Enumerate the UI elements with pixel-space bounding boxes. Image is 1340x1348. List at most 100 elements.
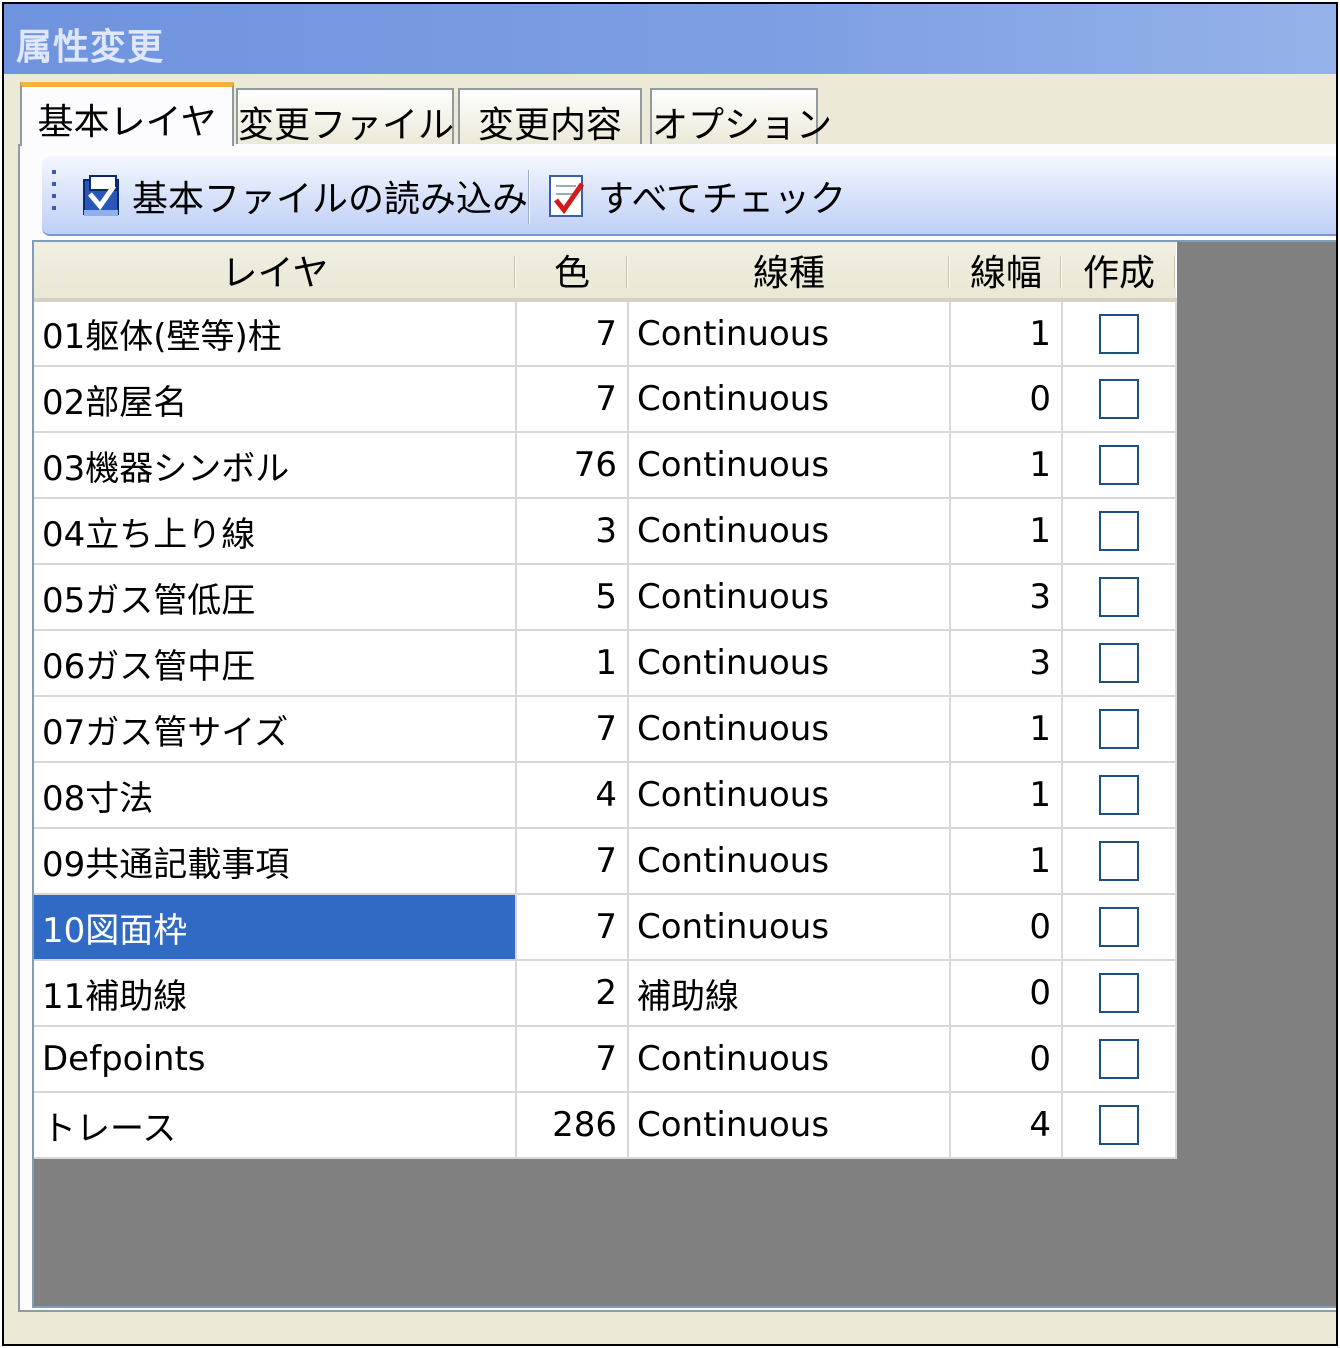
linewidth-cell[interactable]: 1: [950, 762, 1063, 829]
create-checkbox[interactable]: [1099, 1105, 1139, 1145]
color-cell[interactable]: 7: [516, 894, 629, 961]
linetype-cell[interactable]: Continuous: [628, 828, 951, 895]
tab-base-layer[interactable]: 基本レイヤ: [20, 82, 234, 146]
load-base-file-label: 基本ファイルの読み込み: [132, 179, 529, 220]
toolbar-grip[interactable]: [52, 170, 58, 220]
create-checkbox[interactable]: [1099, 973, 1139, 1013]
color-cell[interactable]: 7: [516, 828, 629, 895]
col-header-layer[interactable]: レイヤ: [34, 242, 516, 302]
color-cell[interactable]: 1: [516, 630, 629, 697]
create-cell: [1062, 960, 1177, 1027]
linetype-cell[interactable]: Continuous: [628, 1026, 951, 1093]
checklist-icon: [546, 172, 590, 220]
tab-change-content[interactable]: 変更内容: [458, 88, 642, 146]
table-row[interactable]: 02部屋名 7 Continuous 0: [34, 366, 1177, 433]
create-cell: [1062, 1092, 1177, 1159]
color-cell[interactable]: 5: [516, 564, 629, 631]
table-row[interactable]: Defpoints 7 Continuous 0: [34, 1026, 1177, 1093]
col-header-linetype[interactable]: 線種: [628, 242, 950, 302]
create-checkbox[interactable]: [1099, 775, 1139, 815]
linewidth-cell[interactable]: 3: [950, 630, 1063, 697]
table-row[interactable]: 04立ち上り線 3 Continuous 1: [34, 498, 1177, 565]
linetype-cell[interactable]: Continuous: [628, 366, 951, 433]
table-row[interactable]: 09共通記載事項 7 Continuous 1: [34, 828, 1177, 895]
layer-name-cell[interactable]: 01躯体(壁等)柱: [34, 300, 517, 367]
col-header-linewidth[interactable]: 線幅: [950, 242, 1062, 302]
col-header-color[interactable]: 色: [516, 242, 628, 302]
linetype-cell[interactable]: Continuous: [628, 696, 951, 763]
create-cell: [1062, 300, 1177, 367]
layer-name-cell[interactable]: 08寸法: [34, 762, 517, 829]
load-base-file-button[interactable]: 基本ファイルの読み込み: [80, 164, 528, 228]
table-row[interactable]: 03機器シンボル 76 Continuous 1: [34, 432, 1177, 499]
create-checkbox[interactable]: [1099, 313, 1139, 354]
layer-name-cell[interactable]: 09共通記載事項: [34, 828, 517, 895]
color-cell[interactable]: 286: [516, 1092, 629, 1159]
create-checkbox[interactable]: [1099, 907, 1139, 947]
table-row[interactable]: 07ガス管サイズ 7 Continuous 1: [34, 696, 1177, 763]
linetype-cell[interactable]: Continuous: [628, 498, 951, 565]
tab-options[interactable]: オプション: [650, 88, 832, 146]
col-header-create[interactable]: 作成: [1062, 242, 1176, 302]
color-cell[interactable]: 7: [516, 300, 629, 367]
linewidth-cell[interactable]: 1: [950, 498, 1063, 565]
create-checkbox[interactable]: [1099, 511, 1139, 551]
layer-name-cell[interactable]: 11補助線: [34, 960, 517, 1027]
linewidth-cell[interactable]: 1: [950, 828, 1063, 895]
layer-name-cell[interactable]: 02部屋名: [34, 366, 517, 433]
linetype-cell[interactable]: Continuous: [628, 894, 951, 961]
table-row[interactable]: 11補助線 2 補助線 0: [34, 960, 1177, 1027]
layer-name-cell[interactable]: 10図面枠: [34, 894, 517, 961]
create-checkbox[interactable]: [1099, 1039, 1139, 1079]
color-cell[interactable]: 7: [516, 1026, 629, 1093]
color-cell[interactable]: 7: [516, 366, 629, 433]
layer-grid-area: レイヤ 色 線種 線幅 作成 01躯体(壁等)柱 7 Continuous 1 02部屋…: [32, 240, 1336, 1308]
create-checkbox[interactable]: [1099, 709, 1139, 749]
create-checkbox[interactable]: [1099, 445, 1139, 485]
color-cell[interactable]: 4: [516, 762, 629, 829]
layer-name-cell[interactable]: トレース: [34, 1092, 517, 1159]
create-checkbox[interactable]: [1099, 379, 1139, 419]
color-cell[interactable]: 7: [516, 696, 629, 763]
layer-name-cell[interactable]: 06ガス管中圧: [34, 630, 517, 697]
table-row[interactable]: 08寸法 4 Continuous 1: [34, 762, 1177, 829]
tab-change-file[interactable]: 変更ファイル: [236, 88, 454, 146]
linewidth-cell[interactable]: 0: [950, 366, 1063, 433]
linetype-cell[interactable]: Continuous: [628, 300, 951, 367]
create-checkbox[interactable]: [1099, 841, 1139, 881]
color-cell[interactable]: 3: [516, 498, 629, 565]
linetype-cell[interactable]: Continuous: [628, 1092, 951, 1159]
linetype-cell[interactable]: Continuous: [628, 762, 951, 829]
table-row[interactable]: 10図面枠 7 Continuous 0: [34, 894, 1177, 961]
linewidth-cell[interactable]: 0: [950, 960, 1063, 1027]
create-cell: [1062, 762, 1177, 829]
linetype-cell[interactable]: Continuous: [628, 630, 951, 697]
check-all-button[interactable]: すべてチェック: [546, 164, 846, 228]
table-row[interactable]: 01躯体(壁等)柱 7 Continuous 1: [34, 300, 1177, 367]
linewidth-cell[interactable]: 1: [950, 300, 1063, 367]
status-bar: [18, 1310, 1336, 1344]
table-row[interactable]: 06ガス管中圧 1 Continuous 3: [34, 630, 1177, 697]
linewidth-cell[interactable]: 0: [950, 894, 1063, 961]
layer-name-cell[interactable]: Defpoints: [34, 1026, 517, 1093]
color-cell[interactable]: 2: [516, 960, 629, 1027]
linewidth-cell[interactable]: 1: [950, 432, 1063, 499]
linetype-cell[interactable]: Continuous: [628, 564, 951, 631]
table-row[interactable]: 05ガス管低圧 5 Continuous 3: [34, 564, 1177, 631]
linetype-cell[interactable]: 補助線: [628, 960, 951, 1027]
table-row[interactable]: トレース 286 Continuous 4: [34, 1092, 1177, 1159]
color-cell[interactable]: 76: [516, 432, 629, 499]
layer-name-cell[interactable]: 03機器シンボル: [34, 432, 517, 499]
linewidth-cell[interactable]: 4: [950, 1092, 1063, 1159]
linetype-cell[interactable]: Continuous: [628, 432, 951, 499]
linewidth-cell[interactable]: 3: [950, 564, 1063, 631]
layer-name-cell[interactable]: 05ガス管低圧: [34, 564, 517, 631]
linewidth-cell[interactable]: 1: [950, 696, 1063, 763]
linewidth-cell[interactable]: 0: [950, 1026, 1063, 1093]
create-cell: [1062, 1026, 1177, 1093]
create-checkbox[interactable]: [1099, 643, 1139, 683]
layer-name-cell[interactable]: 04立ち上り線: [34, 498, 517, 565]
layer-name-cell[interactable]: 07ガス管サイズ: [34, 696, 517, 763]
toolbar-separator: [528, 170, 530, 224]
create-checkbox[interactable]: [1099, 577, 1139, 617]
